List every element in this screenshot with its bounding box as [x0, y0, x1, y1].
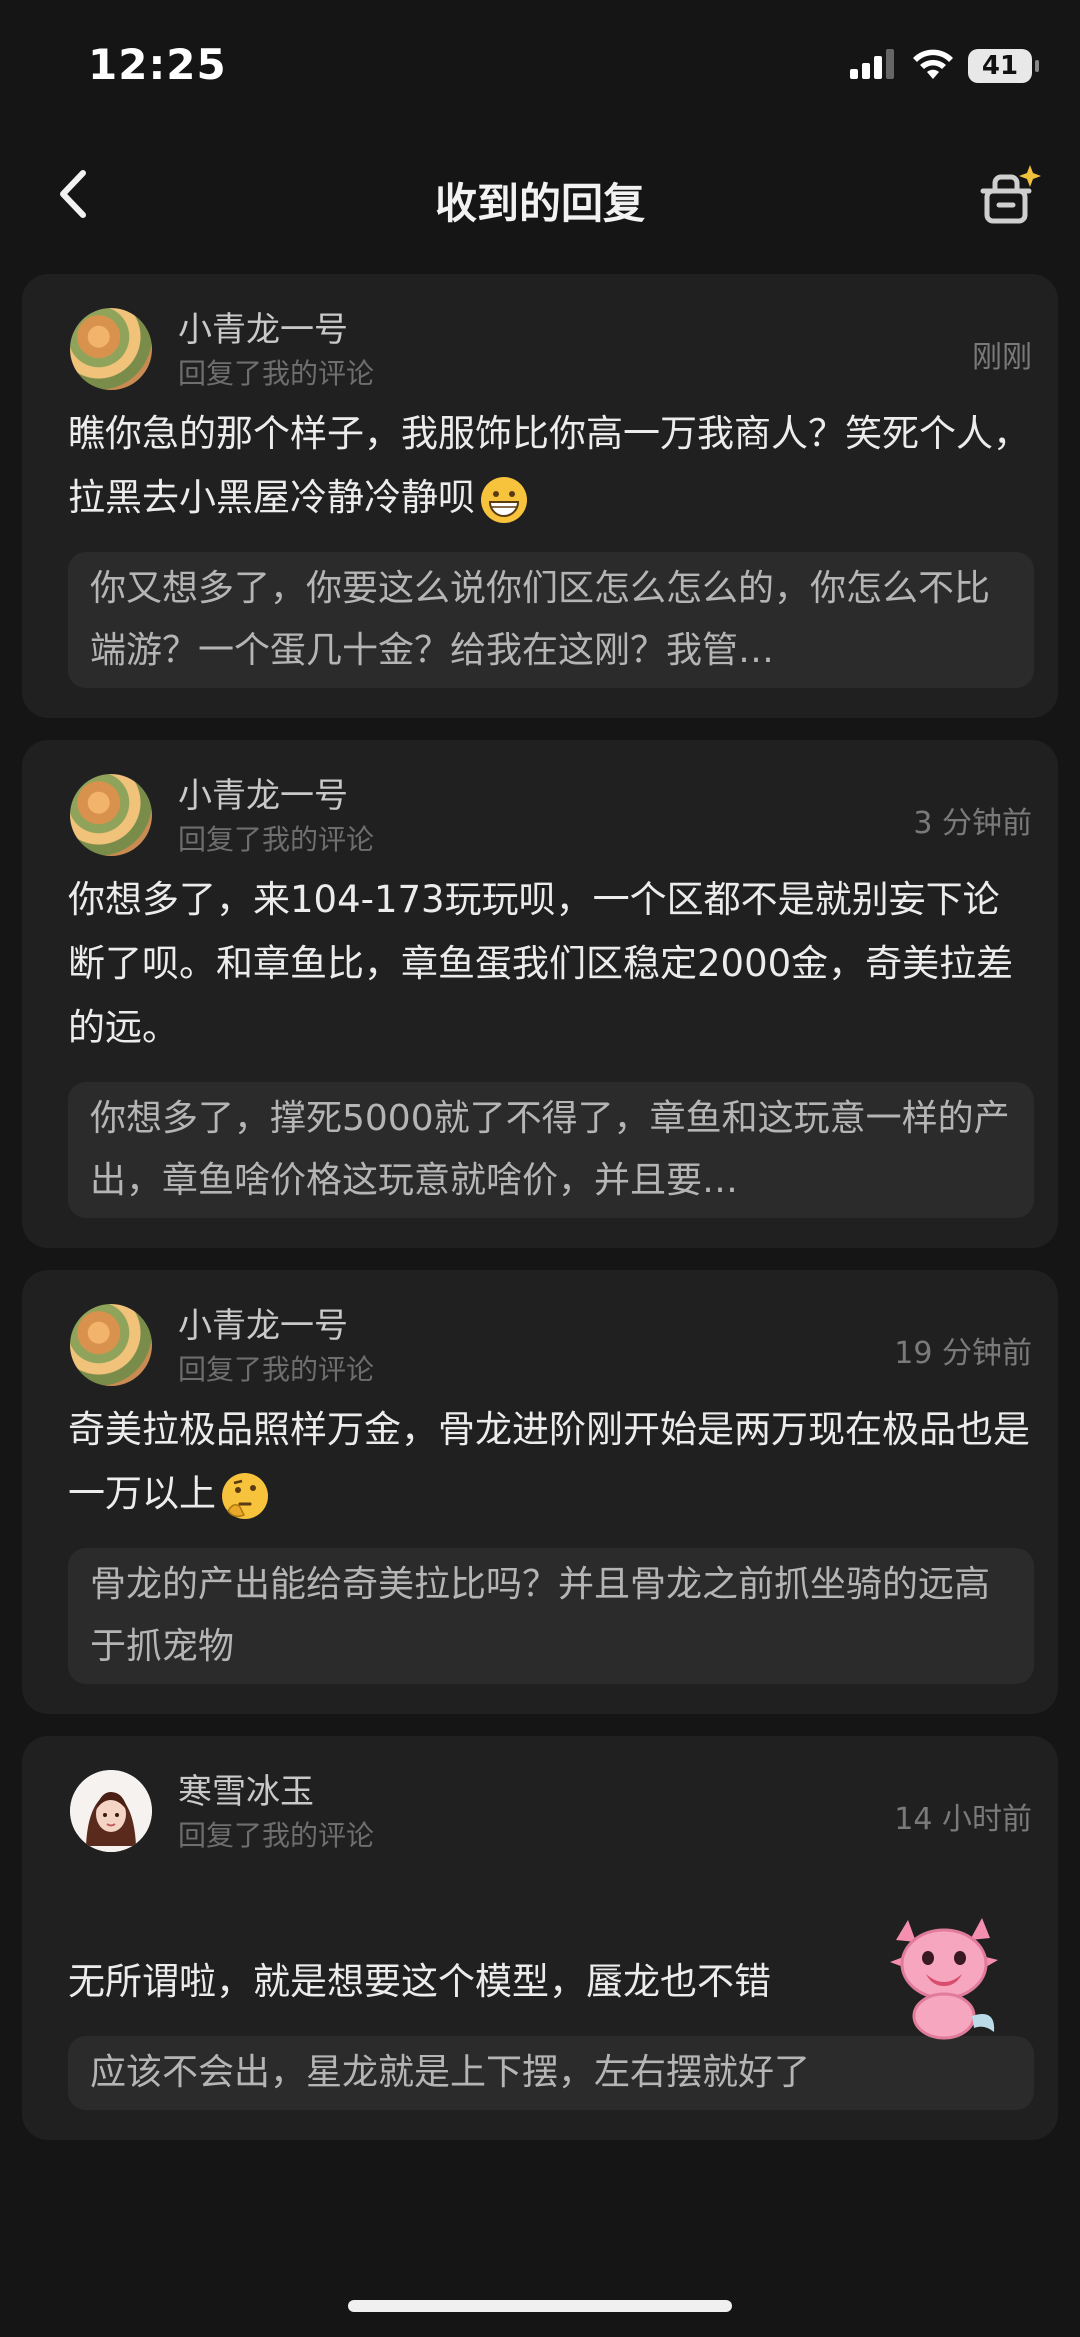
- reply-card[interactable]: 寒雪冰玉 回复了我的评论 14 小时前 无所谓啦，就是想要这个模型，蜃龙也不错 …: [22, 1736, 1058, 2140]
- reply-subtitle: 回复了我的评论: [178, 357, 375, 390]
- reply-text: 奇美拉极品照样万金，骨龙进阶刚开始是两万现在极品也是一万以上: [46, 1398, 1034, 1526]
- home-indicator[interactable]: [348, 2300, 732, 2312]
- nav-bar: 收到的回复: [0, 140, 1080, 260]
- reply-subtitle: 回复了我的评论: [178, 823, 375, 856]
- avatar[interactable]: [70, 1770, 152, 1852]
- timestamp: 刚刚: [972, 340, 1032, 375]
- reply-subtitle: 回复了我的评论: [178, 1353, 375, 1386]
- thinking-face-icon: [222, 1472, 268, 1519]
- quoted-comment[interactable]: 骨龙的产出能给奇美拉比吗？并且骨龙之前抓坐骑的远高于抓宠物: [68, 1548, 1034, 1684]
- reply-text: 瞧你急的那个样子，我服饰比你高一万我商人？笑死个人，拉黑去小黑屋冷静冷静呗: [46, 402, 1034, 530]
- username[interactable]: 小青龙一号: [178, 1298, 348, 1347]
- timestamp: 19 分钟前: [894, 1336, 1032, 1371]
- quoted-comment[interactable]: 你想多了，撑死5000就了不得了，章鱼和这玩意一样的产出，章鱼啥价格这玩意就啥价…: [68, 1082, 1034, 1218]
- reply-subtitle: 回复了我的评论: [178, 1819, 375, 1852]
- username[interactable]: 小青龙一号: [178, 768, 348, 817]
- avatar[interactable]: [70, 774, 152, 856]
- quoted-comment[interactable]: 你又想多了，你要这么说你们区怎么怎么的，你怎么不比端游？一个蛋几十金？给我在这刚…: [68, 552, 1034, 688]
- status-bar: 12:25 41: [0, 0, 1080, 140]
- reply-card[interactable]: 小青龙一号 回复了我的评论 刚刚 瞧你急的那个样子，我服饰比你高一万我商人？笑死…: [22, 274, 1058, 718]
- avatar[interactable]: [70, 1304, 152, 1386]
- quoted-comment[interactable]: 应该不会出，星龙就是上下摆，左右摆就好了: [68, 2036, 1034, 2110]
- timestamp: 3 分钟前: [913, 806, 1032, 841]
- grinning-face-icon: [481, 476, 527, 523]
- page-title: 收到的回复: [434, 179, 645, 228]
- clear-messages-button[interactable]: [970, 158, 1046, 234]
- pink-axolotl-sticker: [890, 1918, 998, 2040]
- timestamp: 14 小时前: [894, 1802, 1032, 1837]
- reply-card[interactable]: 小青龙一号 回复了我的评论 3 分钟前 你想多了，来104-173玩玩呗，一个区…: [22, 740, 1058, 1248]
- signal-icon: [850, 49, 898, 83]
- username[interactable]: 小青龙一号: [178, 302, 348, 351]
- reply-card[interactable]: 小青龙一号 回复了我的评论 19 分钟前 奇美拉极品照样万金，骨龙进阶刚开始是两…: [22, 1270, 1058, 1714]
- wifi-icon: [912, 48, 954, 84]
- status-time: 12:25: [88, 40, 227, 89]
- battery-icon: 41: [968, 49, 1039, 83]
- reply-list: 小青龙一号 回复了我的评论 刚刚 瞧你急的那个样子，我服饰比你高一万我商人？笑死…: [22, 274, 1058, 2162]
- broom-sparkle-icon: [980, 165, 1041, 224]
- username[interactable]: 寒雪冰玉: [178, 1764, 314, 1813]
- avatar[interactable]: [70, 308, 152, 390]
- reply-text: 你想多了，来104-173玩玩呗，一个区都不是就别妄下论断了呗。和章鱼比，章鱼蛋…: [68, 878, 1014, 1049]
- status-icons: 41: [850, 48, 1039, 84]
